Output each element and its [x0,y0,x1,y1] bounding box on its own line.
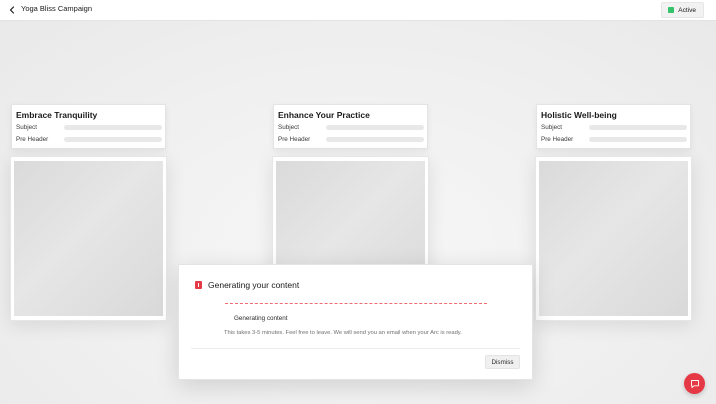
subject-label: Subject [278,124,300,131]
status-badge[interactable]: Active [661,2,704,18]
status-label: Active [678,6,696,14]
preheader-label: Pre Header [16,136,49,143]
email-card-title: Embrace Tranquility [16,110,98,120]
back-button[interactable] [5,3,19,17]
chat-button[interactable] [684,373,705,394]
subject-placeholder-bar [589,125,687,130]
preheader-placeholder-bar [589,137,687,142]
email-card-header[interactable]: Holistic Well-being Subject Pre Header [536,104,691,149]
email-card-preview[interactable] [10,156,167,321]
email-card-header[interactable]: Embrace Tranquility Subject Pre Header [11,104,166,149]
preheader-placeholder-bar [326,137,424,142]
email-preview-image [539,161,688,316]
generating-icon [195,281,202,289]
generation-note: This takes 3-5 minutes. Feel free to lea… [224,330,462,336]
campaign-title: Yoga Bliss Campaign [21,4,93,13]
subject-placeholder-bar [326,125,424,130]
progress-indicator [225,303,487,304]
subject-label: Subject [16,124,38,131]
generation-status: Generating content [234,315,288,322]
top-bar: Yoga Bliss Campaign Active [0,0,716,21]
chevron-left-icon [9,6,15,14]
preheader-label: Pre Header [278,136,311,143]
preheader-label: Pre Header [541,136,574,143]
chat-icon [690,379,699,388]
dialog-divider [191,348,520,349]
status-dot-icon [668,7,675,13]
email-card-title: Holistic Well-being [541,110,617,120]
subject-placeholder-bar [64,125,162,130]
dismiss-button[interactable]: Dismiss [485,355,520,369]
email-card-header[interactable]: Enhance Your Practice Subject Pre Header [273,104,428,149]
email-preview-image [14,161,163,316]
email-card-title: Enhance Your Practice [278,110,370,120]
email-card-preview[interactable] [535,156,692,321]
subject-label: Subject [541,124,563,131]
generating-content-dialog: Generating your content Generating conte… [178,264,533,380]
dialog-title: Generating your content [208,280,300,290]
preheader-placeholder-bar [64,137,162,142]
